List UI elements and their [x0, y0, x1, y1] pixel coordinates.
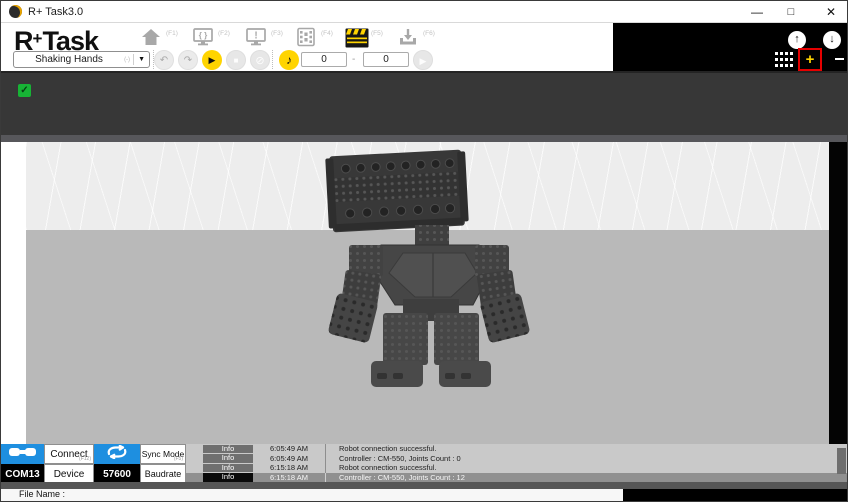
svg-text:!: !	[254, 31, 257, 42]
nav-task-code-shortcut: (F2)	[218, 30, 230, 37]
viewport-side-bar	[829, 142, 847, 482]
motion-select[interactable]: Shaking Hands (-) ▼	[13, 51, 150, 68]
dash-icon	[835, 58, 844, 60]
connect-shortcut: (F12)	[79, 456, 91, 462]
com-port-value[interactable]: COM13	[1, 464, 44, 484]
log-row[interactable]: Info 6:05:49 AM Controller : CM-550, Joi…	[186, 454, 847, 464]
nav-motion-shortcut: (F5)	[371, 30, 383, 37]
nav-media[interactable]: (F4)	[294, 27, 320, 49]
log-message: Robot connection successful.	[325, 463, 847, 473]
sync-toggle-button[interactable]	[94, 444, 140, 464]
sync-arrows-icon	[104, 445, 130, 464]
nav-media-shortcut: (F4)	[321, 30, 333, 37]
sync-mode-shortcut: (F5)	[174, 456, 183, 462]
motion-select-value: Shaking Hands	[14, 54, 124, 65]
baudrate-button[interactable]: Baudrate	[140, 464, 186, 484]
upload-arrow-icon: ↑	[794, 33, 800, 45]
connector-plug-icon	[8, 445, 38, 464]
panel-divider	[1, 135, 848, 142]
stop-button[interactable]: ■	[226, 50, 246, 70]
chevron-down-icon[interactable]: ▼	[133, 54, 149, 65]
add-frame-button-highlighted[interactable]: +	[798, 48, 822, 71]
nav-motion-active[interactable]: (F5)	[344, 27, 370, 49]
undo-button[interactable]: ↶	[154, 50, 174, 70]
timeline-panel: ✓	[1, 71, 848, 135]
log-time: 6:05:49 AM	[253, 454, 325, 463]
download-button[interactable]: ↓	[823, 31, 841, 49]
log-level: Info	[203, 464, 253, 473]
file-name-label: File Name :	[19, 489, 65, 499]
film-grid-icon	[774, 55, 795, 72]
media-film-icon	[294, 27, 320, 47]
nav-home[interactable]: (F1)	[139, 27, 165, 49]
play-button[interactable]: ▶	[202, 50, 222, 70]
log-row[interactable]: Info 6:15:18 AM Robot connection success…	[186, 463, 847, 473]
log-time: 6:15:18 AM	[253, 473, 325, 482]
log-panel: Info 6:05:49 AM Robot connection success…	[186, 444, 847, 482]
log-message: Controller : CM-550, Joints Count : 12	[325, 473, 847, 483]
log-time: 6:05:49 AM	[253, 444, 325, 453]
minimize-button[interactable]: —	[744, 3, 770, 21]
app-icon	[9, 5, 22, 18]
music-note-button[interactable]: ♪	[279, 50, 299, 70]
nav-home-shortcut: (F1)	[166, 30, 178, 37]
log-time: 6:15:18 AM	[253, 463, 325, 472]
motion-select-hint: (-)	[124, 57, 130, 63]
frame-start-input[interactable]	[301, 52, 347, 67]
nav-task-code[interactable]: { } (F2)	[191, 27, 217, 49]
robot-head	[325, 149, 469, 232]
separator	[272, 50, 273, 69]
log-level: Info	[203, 454, 253, 463]
home-icon	[139, 27, 165, 47]
log-message: Controller : CM-550, Joints Count : 0	[325, 454, 847, 464]
nav-output-monitor-shortcut: (F3)	[271, 30, 283, 37]
cancel-button[interactable]: ⊘	[250, 50, 270, 70]
frame-end-input[interactable]	[363, 52, 409, 67]
log-level: Info	[203, 445, 253, 454]
bottom-divider	[1, 482, 848, 489]
upload-button[interactable]: ↑	[788, 31, 806, 49]
output-monitor-icon: !	[244, 27, 270, 47]
nav-download-shortcut: (F6)	[423, 30, 435, 37]
maximize-button[interactable]: □	[778, 3, 804, 21]
log-row-selected[interactable]: Info 6:15:18 AM Controller : CM-550, Joi…	[186, 473, 847, 483]
file-name-bar	[1, 489, 623, 501]
close-button[interactable]: ✕	[818, 3, 844, 21]
log-level: Info	[203, 473, 253, 482]
log-row[interactable]: Info 6:05:49 AM Robot connection success…	[186, 444, 847, 454]
connect-button[interactable]: Connect (F12)	[44, 444, 94, 464]
nav-download-task[interactable]: (F6)	[396, 27, 422, 49]
play-frame-button[interactable]: ▶	[413, 50, 433, 70]
baudrate-value[interactable]: 57600	[94, 464, 140, 484]
frame-grid-button[interactable]	[774, 51, 795, 73]
device-button[interactable]: Device	[44, 464, 94, 484]
file-name-bar-dark	[623, 489, 848, 501]
frame-range-dash: -	[352, 54, 355, 65]
redo-button[interactable]: ↷	[178, 50, 198, 70]
motion-clapper-icon	[344, 27, 370, 49]
nav-output-monitor[interactable]: ! (F3)	[244, 27, 270, 49]
download-arrow-icon: ↓	[829, 33, 835, 45]
window-title: R+ Task3.0	[28, 6, 83, 18]
plus-icon: +	[806, 51, 815, 68]
logo-plus: +	[33, 29, 43, 48]
task-code-monitor-icon: { }	[191, 27, 217, 47]
title-bar	[1, 1, 847, 23]
log-scrollbar-thumb[interactable]	[837, 448, 846, 474]
svg-text:{ }: { }	[199, 31, 207, 40]
check-status-icon[interactable]: ✓	[18, 84, 31, 97]
log-message: Robot connection successful.	[325, 444, 847, 454]
robot-3d-model[interactable]	[319, 145, 539, 400]
download-task-icon	[396, 27, 422, 47]
app-window: R+ Task3.0 — □ ✕ R+Task (F1) { } (F2) ! …	[0, 0, 848, 502]
connect-port-button[interactable]	[1, 444, 44, 464]
sync-mode-button[interactable]: Sync Mode (F5)	[140, 444, 186, 464]
